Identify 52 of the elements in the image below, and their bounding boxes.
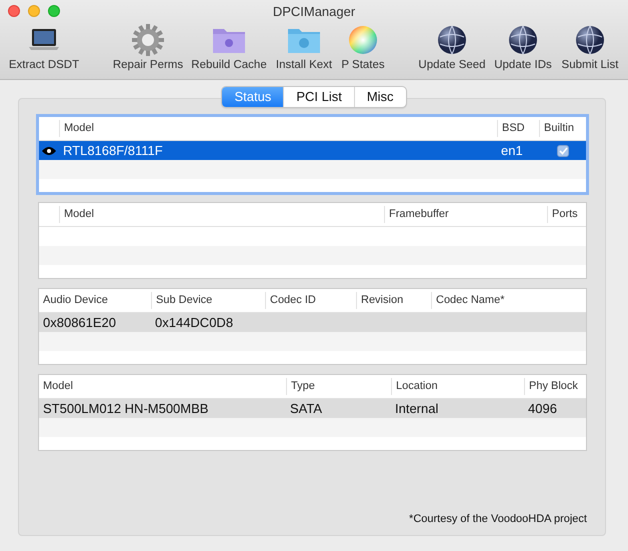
toolbar-button[interactable]: Update IDs bbox=[494, 22, 552, 71]
table-cell-text: SATA bbox=[289, 401, 324, 416]
column-header[interactable]: Codec ID bbox=[265, 292, 356, 309]
toolbar-button[interactable]: Install Kext bbox=[276, 22, 332, 71]
column-header[interactable]: Model bbox=[39, 378, 286, 395]
column-header[interactable]: BSD bbox=[497, 120, 539, 137]
toolbar-button[interactable]: Update Seed bbox=[418, 22, 486, 71]
table-cell-text: 0x80861E20 bbox=[42, 315, 118, 330]
table[interactable]: Model BSD Builtin RTL8168F/8111F en1 bbox=[38, 116, 587, 193]
checkbox[interactable] bbox=[557, 144, 569, 156]
close-button[interactable] bbox=[8, 5, 20, 17]
column-header[interactable]: Location bbox=[391, 378, 524, 395]
column-header[interactable]: Phy Block bbox=[524, 378, 585, 395]
color-wheel-icon bbox=[348, 25, 378, 55]
table[interactable]: Audio Device Sub Device Codec ID Revision Codec Name* 0x80861E20 0x144DC0D8 bbox=[38, 288, 587, 365]
column-header[interactable]: Ports bbox=[547, 206, 587, 223]
column-header[interactable]: Builtin bbox=[539, 120, 587, 137]
table-row[interactable]: ST500LM012 HN-M500MBB SATA Internal 4096 bbox=[39, 399, 586, 418]
toolbar-button[interactable]: Repair Perms bbox=[112, 22, 184, 71]
table-row[interactable]: 0x80861E20 0x144DC0D8 bbox=[39, 313, 586, 332]
toolbar-button[interactable]: Extract DSDT bbox=[8, 22, 80, 71]
table-cell-text: en1 bbox=[500, 143, 524, 158]
column-header[interactable]: Model bbox=[59, 206, 384, 223]
window-title: DPCIManager bbox=[272, 4, 356, 18]
eye-icon bbox=[42, 146, 56, 156]
table-cell-text: RTL8168F/8111F bbox=[62, 143, 164, 158]
footnote: *Courtesy of the VoodooHDA project bbox=[409, 513, 587, 525]
table-row[interactable]: RTL8168F/8111F en1 bbox=[39, 141, 586, 160]
toolbar-button[interactable]: P States bbox=[341, 22, 385, 71]
globe-icon bbox=[574, 25, 605, 55]
column-header[interactable]: Revision bbox=[356, 292, 431, 309]
table-cell-text: 4096 bbox=[527, 401, 558, 416]
gear-icon bbox=[131, 23, 165, 57]
laptop-icon bbox=[28, 27, 60, 53]
table-cell-text: ST500LM012 HN-M500MBB bbox=[42, 401, 210, 416]
tab[interactable]: PCI List bbox=[283, 87, 354, 107]
toolbar-button[interactable]: Rebuild Cache bbox=[191, 22, 267, 71]
minimize-button[interactable] bbox=[28, 5, 40, 17]
column-header[interactable]: Sub Device bbox=[151, 292, 265, 309]
globe-icon bbox=[436, 25, 467, 55]
globe-icon bbox=[508, 25, 538, 55]
zoom-button[interactable] bbox=[48, 5, 60, 17]
column-header[interactable]: Type bbox=[286, 378, 391, 395]
table-cell-text: 0x144DC0D8 bbox=[154, 315, 234, 330]
column-header[interactable]: Framebuffer bbox=[384, 206, 547, 223]
table-cell-text: Internal bbox=[394, 401, 440, 416]
column-header[interactable]: Codec Name* bbox=[431, 292, 585, 309]
column-header[interactable]: Model bbox=[59, 120, 497, 137]
table[interactable]: Model Type Location Phy Block ST500LM012 HN-M500MBB SATA Internal 4096 bbox=[38, 374, 587, 451]
toolbar-button[interactable]: Submit List bbox=[562, 22, 618, 71]
column-header[interactable]: Audio Device bbox=[39, 292, 151, 309]
table[interactable]: Model Framebuffer Ports bbox=[38, 202, 587, 279]
